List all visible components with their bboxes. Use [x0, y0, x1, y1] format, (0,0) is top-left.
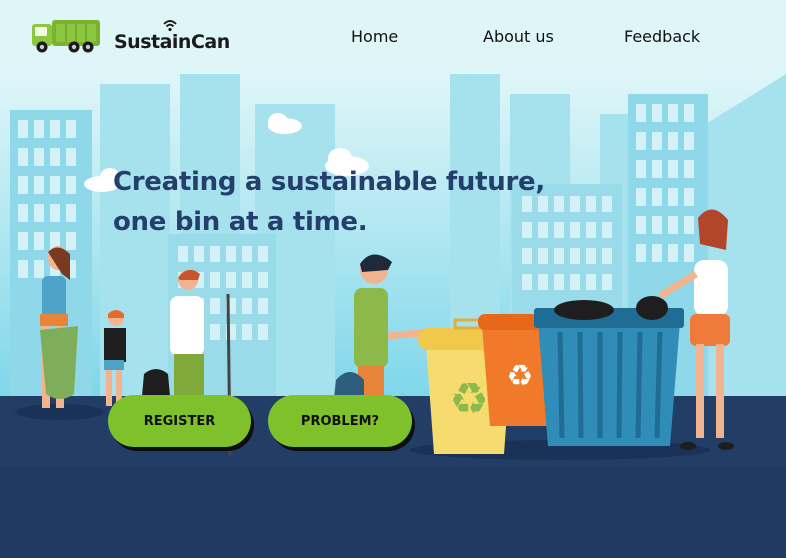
headline-line-2: one bin at a time.: [113, 207, 368, 237]
headline-line-1: Creating a sustainable future,: [113, 167, 545, 197]
nav-feedback-link[interactable]: Feedback: [624, 27, 700, 46]
brand-name[interactable]: SustainCan: [114, 31, 230, 53]
hero-headline: Creating a sustainable future, one bin a…: [113, 162, 573, 242]
svg-text:♻: ♻: [449, 374, 488, 425]
nav-about-link[interactable]: About us: [483, 27, 554, 46]
register-button[interactable]: REGISTER: [108, 395, 251, 447]
problem-button[interactable]: PROBLEM?: [268, 395, 412, 447]
hero-illustration: ♻ ♻: [0, 74, 786, 558]
navbar: SustainCan Home About us Feedback: [0, 0, 786, 74]
wifi-icon: [163, 20, 177, 32]
blue-bin: [534, 296, 684, 446]
svg-text:♻: ♻: [507, 359, 534, 394]
nav-home-link[interactable]: Home: [351, 27, 398, 46]
hero-section: ♻ ♻ Creating a sustainable future, one b…: [0, 74, 786, 558]
